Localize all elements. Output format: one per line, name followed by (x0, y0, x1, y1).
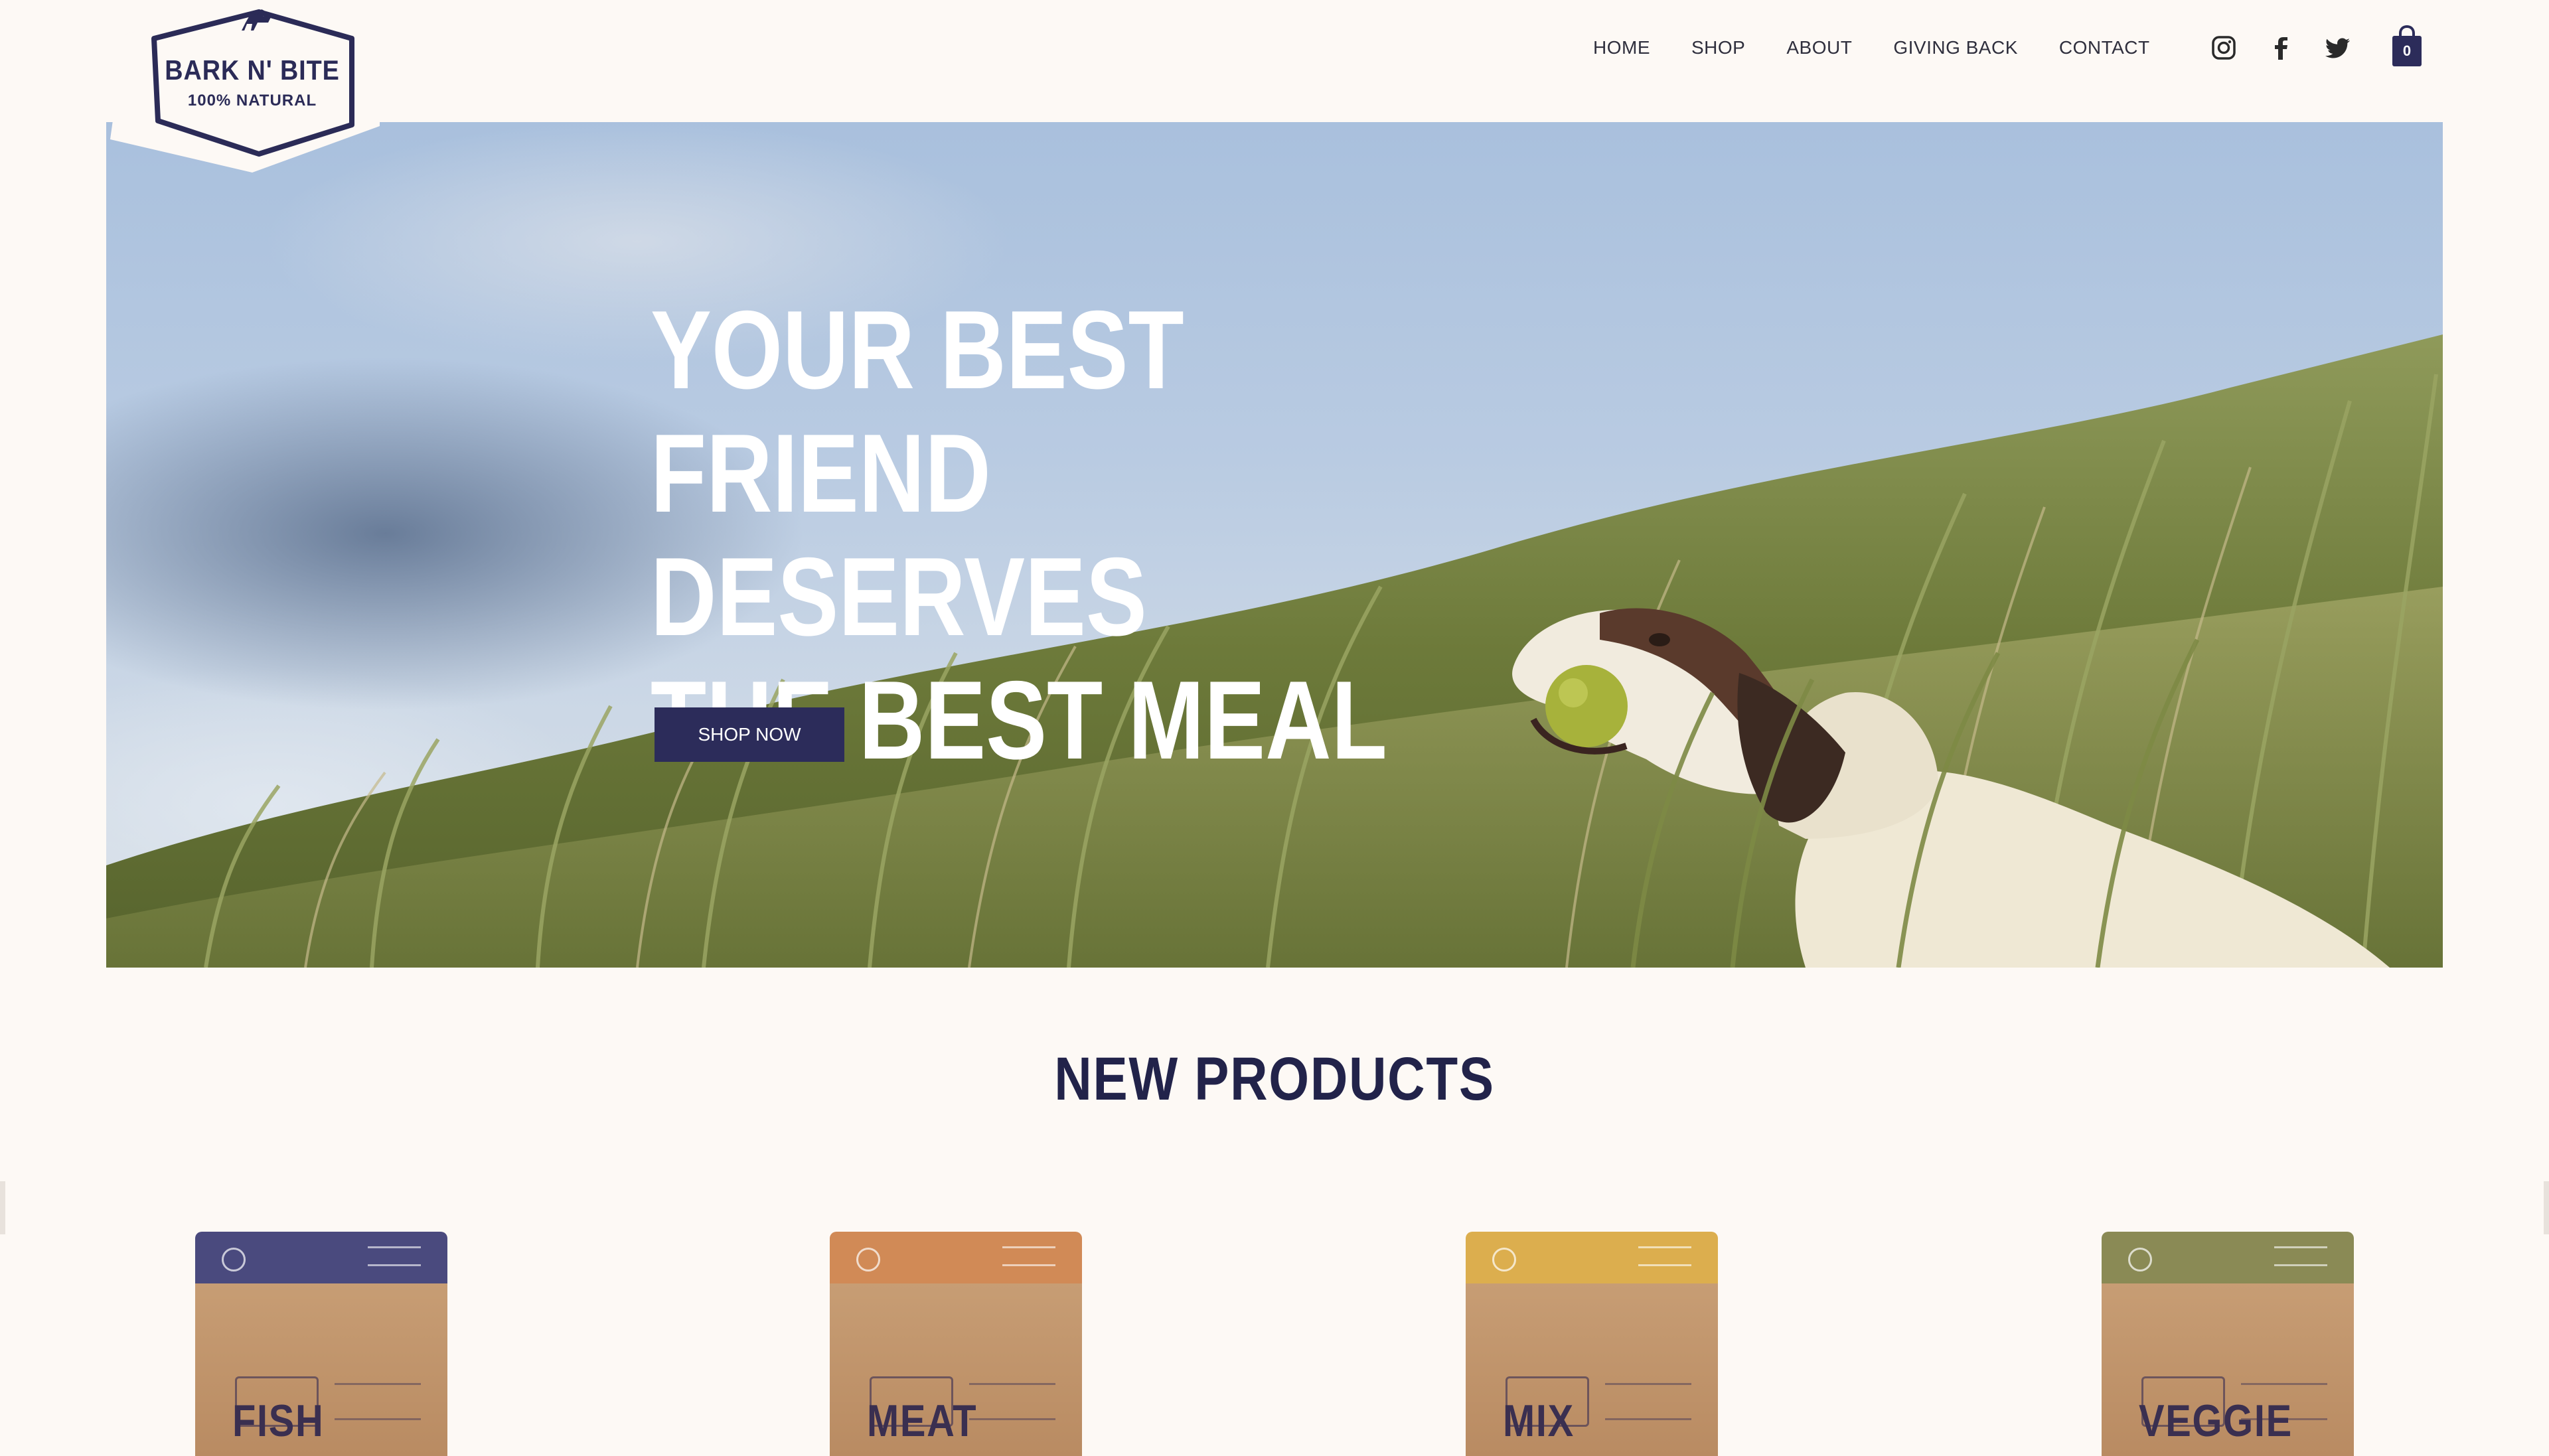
logo-hexagon-shape (110, 0, 380, 173)
hero-line-2: FRIEND DESERVES (651, 411, 1147, 659)
product-name: MIX (1503, 1396, 1575, 1446)
nav-contact[interactable]: CONTACT (2059, 37, 2150, 58)
product-name: FISH (232, 1396, 325, 1446)
product-card-meat[interactable]: MEAT (830, 1232, 1082, 1456)
brand-logo[interactable]: BARK N' BITE 100% NATURAL (106, 0, 398, 173)
product-card-mix[interactable]: MIX (1466, 1232, 1718, 1456)
nav-about[interactable]: ABOUT (1786, 37, 1852, 58)
hero-line-1: YOUR BEST (651, 287, 1184, 412)
instagram-icon[interactable] (2210, 35, 2237, 61)
main-nav: HOME SHOP ABOUT GIVING BACK CONTACT (1593, 37, 2191, 58)
product-band (1466, 1232, 1718, 1283)
logo-tagline: 100% NATURAL (187, 92, 317, 109)
shop-now-button[interactable]: SHOP NOW (655, 707, 844, 762)
twitter-icon[interactable] (2325, 35, 2351, 61)
cart-count: 0 (2402, 42, 2412, 59)
nav-home[interactable]: HOME (1593, 37, 1650, 58)
logo-title: BARK N' BITE (165, 54, 340, 86)
social-links (2210, 35, 2351, 61)
facebook-icon[interactable] (2268, 35, 2294, 61)
new-products-title: NEW PRODUCTS (1054, 1045, 1495, 1113)
carousel-next-arrow[interactable] (2544, 1181, 2549, 1234)
product-name: MEAT (867, 1396, 978, 1446)
nav-shop[interactable]: SHOP (1691, 37, 1745, 58)
product-card-fish[interactable]: FISH (195, 1232, 447, 1456)
product-carousel: FISH MEAT MIX VEGGIE (0, 1232, 2549, 1456)
product-name: VEGGIE (2139, 1396, 2293, 1446)
cart-button[interactable]: 0 (2390, 24, 2424, 68)
product-band (195, 1232, 447, 1283)
hero-banner: YOUR BEST FRIEND DESERVES THE BEST MEAL … (106, 122, 2443, 968)
product-band (830, 1232, 1082, 1283)
carousel-prev-arrow[interactable] (0, 1181, 5, 1234)
nav-giving-back[interactable]: GIVING BACK (1893, 37, 2018, 58)
product-card-veggie[interactable]: VEGGIE (2102, 1232, 2354, 1456)
product-band (2102, 1232, 2354, 1283)
